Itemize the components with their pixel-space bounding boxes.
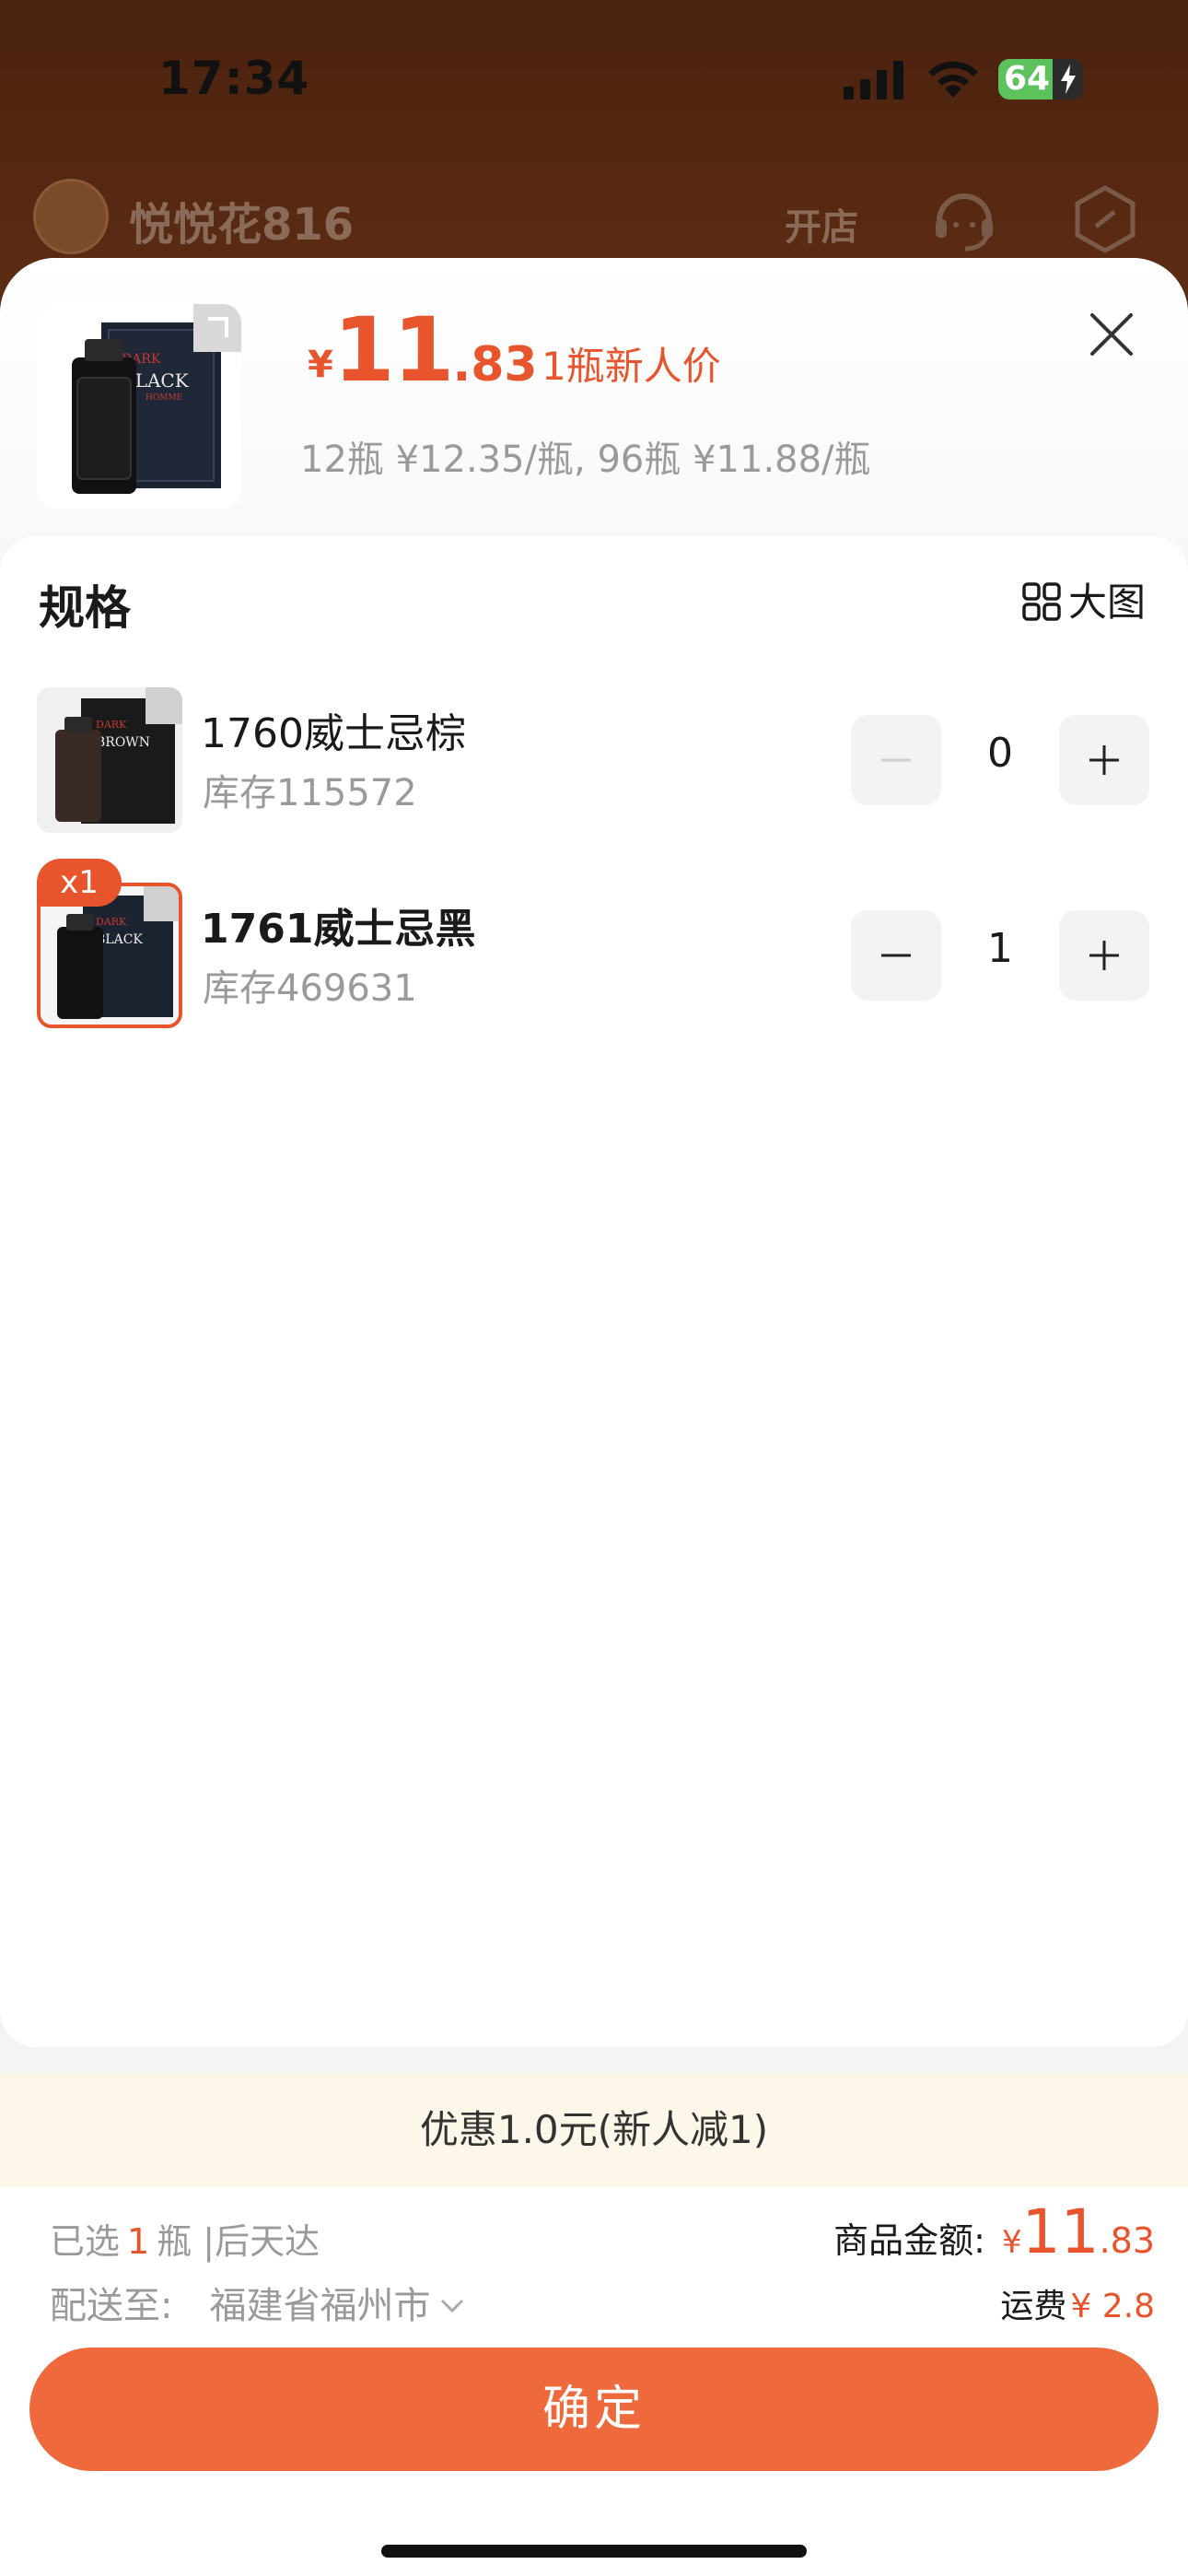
customer-service-icon[interactable] — [930, 184, 998, 252]
more-hexagon-icon[interactable] — [1070, 184, 1140, 254]
plus-icon — [1089, 941, 1119, 970]
goods-amount: 商品金额: ¥11.83 — [833, 2196, 1155, 2267]
goods-amount-label: 商品金额: — [833, 2220, 985, 2261]
confirm-button[interactable]: 确定 — [29, 2348, 1159, 2471]
spec-item-brown[interactable]: DARK BROWN 1760威士忌棕 库存115572 0 — [0, 687, 1188, 835]
big-image-label: 大图 — [1068, 580, 1147, 625]
ship-to-address: 福建省福州市 — [209, 2285, 431, 2327]
spec-panel: 规格 大图 DARK BROWN 1760威士忌棕 库存115572 0 DAR… — [0, 536, 1188, 2047]
product-image[interactable]: DARK BLACK HOMME — [37, 304, 241, 509]
shop-name[interactable]: 悦悦花816 — [129, 188, 354, 252]
sheet-header: DARK BLACK HOMME ¥11.83 1瓶新人价 12瓶 ¥12.35… — [0, 258, 1188, 562]
decrease-button[interactable] — [851, 715, 941, 805]
sku-selection-sheet: DARK BLACK HOMME ¥11.83 1瓶新人价 12瓶 ¥12.35… — [0, 258, 1188, 2576]
spec-thumb-brown[interactable]: DARK BROWN — [37, 687, 182, 833]
quantity-value[interactable]: 0 — [954, 730, 1046, 777]
price-currency: ¥ — [308, 344, 333, 386]
price-display: ¥11.83 — [308, 299, 538, 402]
status-time: 17:34 — [158, 52, 310, 105]
decrease-button[interactable] — [851, 910, 941, 1001]
freight: 运费 ¥ 2.8 — [1000, 2279, 1155, 2327]
battery-icon: 64 — [998, 59, 1083, 100]
shop-avatar[interactable] — [33, 179, 109, 254]
spec-title: 规格 — [39, 581, 131, 635]
selected-summary: 已选 1 瓶 |后天达 — [50, 2213, 320, 2264]
ship-to-label: 配送至: — [50, 2285, 173, 2327]
perfume-black-image: DARK BLACK — [41, 886, 179, 1025]
spec-name: 1761威士忌黑 — [201, 906, 476, 953]
quantity-value[interactable]: 1 — [954, 925, 1046, 972]
svg-text:DARK: DARK — [96, 719, 127, 731]
svg-text:BROWN: BROWN — [96, 735, 150, 750]
svg-text:DARK: DARK — [96, 916, 127, 928]
goods-amount-currency: ¥ — [1001, 2224, 1022, 2261]
status-bar: 17:34 64 — [0, 0, 1188, 157]
perfume-brown-image: DARK BROWN — [37, 687, 182, 833]
new-user-price-tag: 1瓶新人价 — [542, 344, 721, 389]
spec-name: 1760威士忌棕 — [201, 710, 466, 757]
chevron-down-icon — [441, 2299, 464, 2313]
freight-value: ¥ 2.8 — [1070, 2288, 1155, 2325]
plus-icon — [1089, 745, 1119, 775]
battery-level: 64 — [1004, 60, 1051, 98]
grid-icon — [1022, 582, 1061, 621]
goods-amount-decimal: .83 — [1099, 2220, 1155, 2261]
minus-icon — [881, 758, 911, 762]
big-image-button[interactable]: 大图 — [1022, 571, 1146, 626]
freight-label: 运费 — [1000, 2288, 1067, 2325]
price-integer: 11 — [332, 299, 455, 402]
tier-pricing-text: 12瓶 ¥12.35/瓶, 96瓶 ¥11.88/瓶 — [300, 439, 871, 481]
home-indicator — [381, 2545, 807, 2558]
perfume-box-image: DARK BLACK HOMME — [37, 304, 241, 509]
spec-stock: 库存115572 — [203, 772, 417, 814]
close-icon[interactable] — [1083, 306, 1140, 363]
shop-header: 悦悦花816 开店 — [0, 166, 1188, 267]
cellular-signal-icon — [844, 61, 903, 100]
spec-item-black[interactable]: DARK BLACK x1 1761威士忌黑 库存469631 1 — [0, 859, 1188, 1030]
goods-amount-integer: 11 — [1021, 2196, 1100, 2267]
price-decimal: .83 — [452, 337, 538, 392]
svg-text:HOMME: HOMME — [146, 393, 182, 403]
discount-text: 优惠1.0元(新人减1) — [419, 2107, 769, 2152]
open-shop-button[interactable]: 开店 — [785, 197, 858, 251]
spec-stock: 库存469631 — [203, 967, 417, 1010]
selected-count: 1 — [127, 2221, 150, 2262]
minus-icon — [881, 954, 911, 957]
selected-suffix: 瓶 |后天达 — [157, 2221, 320, 2262]
charging-bolt-icon — [1061, 64, 1076, 94]
increase-button[interactable] — [1059, 715, 1149, 805]
wifi-icon — [928, 61, 978, 98]
selected-prefix: 已选 — [50, 2221, 121, 2262]
discount-banner: 优惠1.0元(新人减1) — [0, 2073, 1188, 2187]
selected-quantity-badge: x1 — [37, 859, 122, 907]
increase-button[interactable] — [1059, 910, 1149, 1001]
ship-to-selector[interactable]: 配送至: 福建省福州市 — [50, 2276, 465, 2329]
